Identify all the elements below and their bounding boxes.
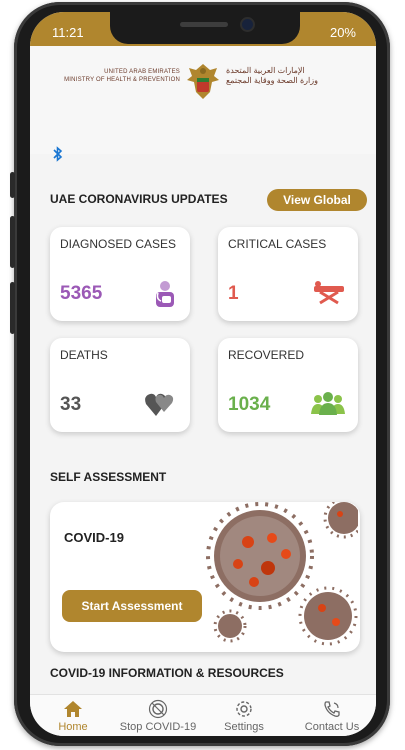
broken-heart-icon xyxy=(145,393,174,416)
people-icon xyxy=(311,392,345,415)
ministry-name-arabic: الإمارات العربية المتحدة وزارة الصحة ووق… xyxy=(226,66,366,86)
status-battery: 20% xyxy=(329,25,356,40)
ministry-english-line1: UNITED ARAB EMIRATES xyxy=(104,69,180,75)
phone-icon xyxy=(324,701,340,717)
self-assessment-card[interactable]: COVID-19 Start Assessment xyxy=(50,502,360,652)
card-label: DIAGNOSED CASES xyxy=(60,237,177,251)
card-label: CRITICAL CASES xyxy=(228,237,327,251)
nav-label: Settings xyxy=(224,721,264,733)
stretcher-icon xyxy=(314,281,344,305)
card-label: RECOVERED xyxy=(228,348,305,362)
phone-notch xyxy=(110,12,300,44)
home-icon xyxy=(64,701,82,717)
nav-label: Stop COVID-19 xyxy=(119,721,197,733)
start-assessment-button[interactable]: Start Assessment xyxy=(62,590,202,622)
volume-down-button xyxy=(10,282,15,334)
card-label: DEATHS xyxy=(60,348,108,362)
speaker xyxy=(180,22,228,27)
status-time: 11:21 xyxy=(52,25,84,40)
virus-icon xyxy=(148,699,168,719)
deaths-card[interactable]: DEATHS 33 xyxy=(50,338,190,432)
card-value: 1034 xyxy=(228,394,271,415)
view-global-button[interactable]: View Global xyxy=(267,189,367,211)
side-button xyxy=(10,172,15,198)
front-camera xyxy=(242,19,253,30)
self-assessment-title: SELF ASSESSMENT xyxy=(50,470,167,484)
nav-home[interactable]: Home xyxy=(33,699,113,733)
volume-up-button xyxy=(10,216,15,268)
nav-label: Home xyxy=(58,721,88,733)
assessment-card-title: COVID-19 xyxy=(64,530,124,545)
nav-stop-covid[interactable]: Stop COVID-19 xyxy=(118,699,198,733)
nav-contact-us[interactable]: Contact Us xyxy=(292,699,372,733)
ministry-english-line2: MINISTRY OF HEALTH & PREVENTION xyxy=(64,77,180,83)
diagnosed-cases-card[interactable]: DIAGNOSED CASES 5365 xyxy=(50,227,190,321)
card-value: 1 xyxy=(228,283,239,304)
coronavirus-image xyxy=(206,502,358,646)
ministry-name-english: UNITED ARAB EMIRATES MINISTRY OF HEALTH … xyxy=(40,68,180,84)
gear-icon xyxy=(236,701,252,717)
nav-settings[interactable]: Settings xyxy=(204,699,284,733)
resources-section-title: COVID-19 INFORMATION & RESOURCES xyxy=(50,666,284,680)
patient-icon xyxy=(156,281,174,307)
bluetooth-icon[interactable] xyxy=(52,146,64,166)
nav-label: Contact Us xyxy=(304,721,360,733)
updates-section-title: UAE CORONAVIRUS UPDATES xyxy=(50,192,228,206)
recovered-card[interactable]: RECOVERED 1034 xyxy=(218,338,358,432)
bottom-navigation: Home Stop COVID-19 Settings Contact Us xyxy=(30,694,376,736)
critical-cases-card[interactable]: CRITICAL CASES 1 xyxy=(218,227,358,321)
ministry-arabic-line2: وزارة الصحة ووقاية المجتمع xyxy=(226,76,318,85)
ministry-arabic-line1: الإمارات العربية المتحدة xyxy=(226,66,305,75)
card-value: 5365 xyxy=(60,283,103,304)
app-screen: 11:21 20% UNITED ARAB EMIRATES MINISTRY … xyxy=(30,12,376,736)
uae-emblem-icon xyxy=(187,64,219,99)
card-value: 33 xyxy=(60,394,82,415)
